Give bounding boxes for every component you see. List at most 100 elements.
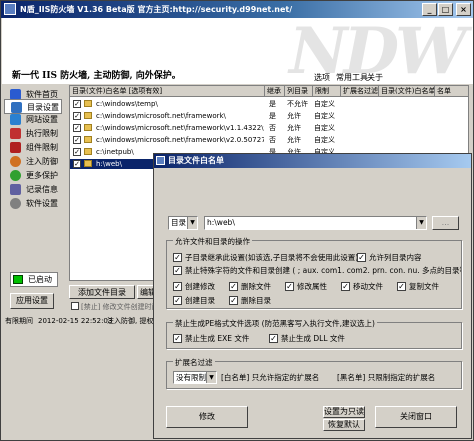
op-move-checkbox[interactable]: ✓ (341, 282, 350, 291)
status-indicator: 已启动 (10, 272, 58, 287)
component-icon (10, 142, 21, 153)
cell-inherit: 否 (269, 136, 276, 144)
pe-group-label: 禁止生成PE格式文件选项 (防范黑客写入执行文件,建议选上) (173, 318, 377, 329)
menu-about[interactable]: 关于 (367, 72, 383, 83)
op-create-label: 创建修改 (185, 282, 215, 291)
col-header-limit[interactable]: 限制 (313, 86, 341, 97)
cell-inherit: 是 (269, 100, 276, 108)
sidebar-item-label: 执行限制 (26, 129, 58, 138)
sidebar-item-inject[interactable]: 注入防御 (4, 154, 62, 169)
folder-icon (84, 112, 92, 119)
row-checkbox[interactable]: ✓ (73, 136, 81, 144)
sidebar-item-label: 组件限制 (26, 143, 58, 152)
op-rmdir-checkbox[interactable]: ✓ (229, 296, 238, 305)
op-delete-file-checkbox[interactable]: ✓ (229, 282, 238, 291)
ext-filter-select[interactable]: 没有限制 ▼ (173, 371, 217, 384)
col-header-whitelist[interactable]: 目录(文件)白名单 (379, 86, 435, 97)
shield-icon (10, 156, 21, 167)
minimize-button[interactable]: _ (422, 3, 437, 16)
cell-limit: 自定义 (314, 112, 335, 120)
close-button[interactable]: × (456, 3, 471, 16)
folder-icon (84, 136, 92, 143)
folder-icon (84, 124, 92, 131)
op-rmdir-label: 删除目录 (241, 296, 271, 305)
list-dir-checkbox[interactable]: ✓ (357, 253, 366, 262)
list-dir-label: 允许列目录内容 (369, 253, 422, 262)
gear-icon (10, 198, 21, 209)
title-bar: N盾_IIS防火墙 V1.36 Beta版 官方主页:http://securi… (1, 1, 473, 18)
path-input[interactable]: h:\web\ ▼ (204, 216, 427, 230)
browse-button[interactable]: ... (432, 216, 459, 230)
col-header-ext[interactable]: 扩展名过滤 (341, 86, 379, 97)
banner: NDW 新一代 IIS 防火墙, 主动防御, 向外保护。 (2, 18, 473, 84)
dialog-title: 目录文件白名单 (168, 156, 224, 165)
row-checkbox[interactable]: ✓ (73, 124, 81, 132)
menu-tools[interactable]: 常用工具 (336, 72, 368, 83)
col-header-path[interactable]: 目录(文件)白名单 [选项有效] (70, 86, 265, 97)
op-attr-checkbox[interactable]: ✓ (285, 282, 294, 291)
row-checkbox[interactable]: ✓ (73, 160, 81, 168)
maximize-button[interactable]: □ (438, 3, 453, 16)
row-checkbox[interactable]: ✓ (73, 148, 81, 156)
status-state: 有限期间 (5, 317, 33, 325)
cell-path: c:\windows\temp\ (96, 100, 158, 108)
ext-filter-value: 没有限制 (176, 373, 206, 382)
close-dialog-button[interactable]: 关闭窗口 (375, 406, 457, 428)
sidebar-item-more[interactable]: 更多保护 (4, 168, 62, 183)
block-dll-checkbox[interactable]: ✓ (269, 334, 278, 343)
set-readonly-button[interactable]: 设置为只读 (323, 406, 365, 418)
add-directory-button[interactable]: 添加文件目录 (69, 285, 135, 299)
cell-limit: 自定义 (314, 136, 335, 144)
type-select[interactable]: 目录 ▼ (168, 216, 198, 230)
table-row[interactable]: ✓ c:\windows\microsoft.net\framework\ 是 … (70, 111, 468, 121)
sidebar-item-exec[interactable]: 执行限制 (4, 126, 62, 141)
modify-button[interactable]: 修改 (166, 406, 248, 428)
status-timestamp: 2012-02-15 22:52:03 (38, 317, 113, 325)
protect-icon (10, 170, 21, 181)
cell-list: 允许 (287, 112, 301, 120)
sidebar-item-site[interactable]: 网站设置 (4, 112, 62, 127)
operations-group: 允许文件和目录的操作 ✓ 子目录继承此设置(如该选,子目录将不会使用此设置) ✓… (166, 236, 462, 309)
type-select-value: 目录 (171, 218, 186, 227)
chevron-down-icon: ▼ (187, 217, 197, 229)
cell-limit: 自定义 (314, 124, 335, 132)
inherit-label: 子目录继承此设置(如该选,子目录将不会使用此设置) (185, 253, 359, 262)
sidebar-item-log[interactable]: 记录信息 (4, 182, 62, 197)
operations-group-label: 允许文件和目录的操作 (173, 236, 252, 247)
chevron-down-icon: ▼ (206, 372, 216, 383)
op-move-label: 移动文件 (353, 282, 383, 291)
block-special-checkbox[interactable]: ✓ (173, 266, 182, 275)
dialog-icon (156, 156, 165, 165)
stop-icon (10, 128, 21, 139)
table-row[interactable]: ✓ c:\windows\microsoft.net\framework\v1.… (70, 123, 468, 133)
file-time-checkbox[interactable] (71, 302, 79, 310)
cell-limit: 自定义 (314, 100, 335, 108)
sidebar-item-settings[interactable]: 软件设置 (4, 196, 62, 211)
op-copy-checkbox[interactable]: ✓ (397, 282, 406, 291)
row-checkbox[interactable]: ✓ (73, 100, 81, 108)
table-row[interactable]: ✓ c:\windows\microsoft.net\framework\v2.… (70, 135, 468, 145)
table-row[interactable]: ✓ c:\windows\temp\ 是 不允许 自定义 (70, 99, 468, 109)
whitelist-dialog: 目录文件白名单 目录 ▼ h:\web\ ▼ ... 允许文件和目录的操作 ✓ … (153, 153, 472, 439)
op-mkdir-checkbox[interactable]: ✓ (173, 296, 182, 305)
apply-settings-button[interactable]: 应用设置 (10, 293, 54, 309)
col-header-list2[interactable]: 名单 (435, 86, 468, 97)
block-dll-label: 禁止生成 DLL 文件 (281, 334, 345, 343)
whitelist-hint: [白名单] 只允许指定的扩展名 (221, 373, 320, 382)
col-header-inherit[interactable]: 继承 (265, 86, 285, 97)
dialog-title-bar: 目录文件白名单 (154, 154, 471, 168)
sidebar-item-label: 记录信息 (26, 185, 58, 194)
op-attr-label: 修改属性 (297, 282, 327, 291)
col-header-list[interactable]: 列目录 (285, 86, 313, 97)
restore-default-button[interactable]: 恢复默认 (323, 419, 365, 431)
block-exe-checkbox[interactable]: ✓ (173, 334, 182, 343)
blacklist-hint: [黑名单] 只限制指定的扩展名 (337, 373, 436, 382)
globe-icon (10, 114, 21, 125)
op-create-checkbox[interactable]: ✓ (173, 282, 182, 291)
inherit-checkbox[interactable]: ✓ (173, 253, 182, 262)
cell-inherit: 是 (269, 112, 276, 120)
menu-options[interactable]: 选项 (314, 72, 330, 83)
row-checkbox[interactable]: ✓ (73, 112, 81, 120)
sidebar-item-component[interactable]: 组件限制 (4, 140, 62, 155)
block-exe-label: 禁止生成 EXE 文件 (185, 334, 250, 343)
